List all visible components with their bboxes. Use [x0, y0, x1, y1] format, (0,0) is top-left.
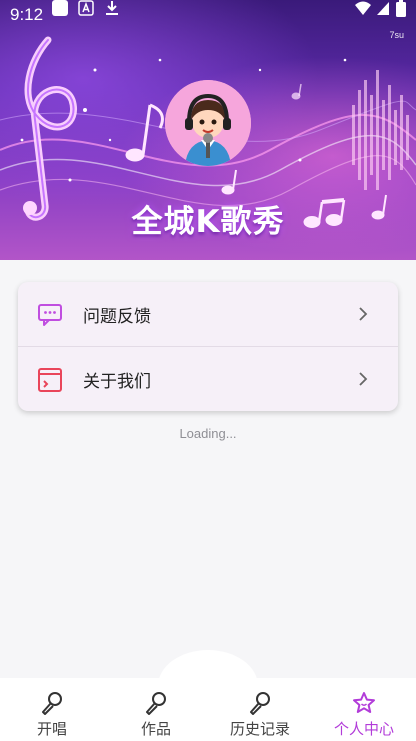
nav-item-sing[interactable]: 开唱 [0, 678, 104, 741]
treble-clef-icon [23, 36, 77, 221]
nav-label: 历史记录 [229, 720, 290, 738]
status-tag: 7su [389, 30, 404, 40]
microphone-icon [146, 692, 166, 715]
nav-item-history[interactable]: 历史记录 [208, 678, 312, 741]
info-card-icon [38, 368, 62, 392]
app-notification-icon [52, 0, 68, 16]
nav-label: 开唱 [36, 720, 67, 738]
chat-icon [38, 304, 62, 326]
star-icon [353, 692, 375, 713]
nav-label: 作品 [140, 720, 171, 738]
avatar[interactable] [165, 80, 251, 166]
singer-avatar-icon [165, 80, 251, 166]
menu-item-feedback[interactable]: 问题反馈 [18, 282, 398, 346]
menu-item-label: 关于我们 [83, 372, 151, 392]
loading-text: Loading... [179, 426, 237, 441]
app-title: 全城K歌秀 [131, 204, 285, 240]
download-icon [106, 1, 118, 15]
status-time: 9:12 [10, 5, 44, 24]
status-bar: 9:12 [0, 0, 416, 30]
microphone-icon [250, 692, 270, 715]
settings-menu-card: 问题反馈 关于我们 [18, 282, 398, 411]
microphone-icon [42, 692, 62, 715]
nav-item-profile[interactable]: 个人中心 [312, 678, 416, 741]
battery-icon [396, 0, 406, 17]
menu-item-label: 问题反馈 [83, 307, 151, 327]
font-notification-icon [78, 0, 94, 16]
wifi-icon [355, 1, 371, 15]
bottom-nav: 开唱 作品 历史记录 个人中心 [0, 678, 416, 741]
nav-label: 个人中心 [333, 720, 394, 738]
chevron-right-icon [359, 372, 368, 386]
signal-icon [377, 2, 389, 15]
nav-item-works[interactable]: 作品 [104, 678, 208, 741]
header-banner: 9:12 7su 全城K歌秀 [0, 0, 416, 260]
menu-item-about-us[interactable]: 关于我们 [18, 347, 398, 411]
chevron-right-icon [359, 307, 368, 321]
